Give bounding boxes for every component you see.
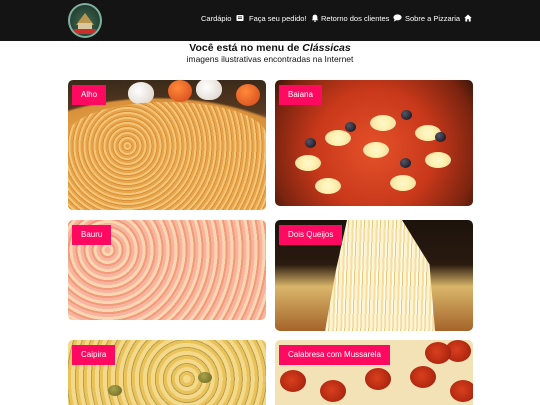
menu-book-icon: [236, 15, 244, 21]
page-title: Você está no menu de Clássicas: [0, 42, 540, 54]
pizza-card-dois-queijos[interactable]: Dois Queijos: [275, 220, 473, 331]
home-icon: [464, 14, 472, 22]
nav-item-label: Sobre a Pizzaria: [405, 14, 461, 23]
pizza-card-alho[interactable]: Alho: [68, 80, 266, 210]
pizza-card-calabresa-com-mussarela[interactable]: Calabresa com Mussarela: [275, 340, 473, 405]
pizza-card-baiana[interactable]: Baiana: [275, 80, 473, 206]
page-subtitle: imagens ilustrativas encontradas na Inte…: [186, 54, 354, 64]
page-title-prefix: Você está no menu de: [189, 42, 303, 54]
nav-item-label: Faça seu pedido!: [249, 14, 307, 23]
bell-icon: [311, 14, 318, 22]
pizza-name-badge: Bauru: [72, 225, 112, 245]
nav-item-cardapio[interactable]: Cardápio: [201, 14, 244, 24]
comment-icon: [393, 14, 403, 22]
pizza-name-badge: Baiana: [279, 85, 322, 105]
nav-item-label: Cardápio: [201, 14, 232, 23]
pizza-name-badge: Caipira: [72, 345, 116, 365]
page-title-category: Clássicas: [302, 42, 351, 54]
pizza-card-bauru[interactable]: Bauru: [68, 220, 266, 320]
main-nav: Cardápio Faça seu pedido! Retorno dos cl…: [0, 0, 540, 41]
pizza-name-badge: Dois Queijos: [279, 225, 343, 245]
nav-item-retorno[interactable]: Retorno dos clientes: [321, 14, 403, 24]
nav-item-pedido[interactable]: Faça seu pedido!: [249, 14, 319, 24]
nav-item-label: Retorno dos clientes: [321, 14, 390, 23]
pizza-name-badge: Calabresa com Mussarela: [279, 345, 390, 365]
pizza-card-caipira[interactable]: Caipira: [68, 340, 266, 405]
pizza-name-badge: Alho: [72, 85, 107, 105]
navbar: Cardápio Faça seu pedido! Retorno dos cl…: [0, 0, 540, 41]
nav-item-sobre[interactable]: Sobre a Pizzaria: [405, 14, 472, 24]
